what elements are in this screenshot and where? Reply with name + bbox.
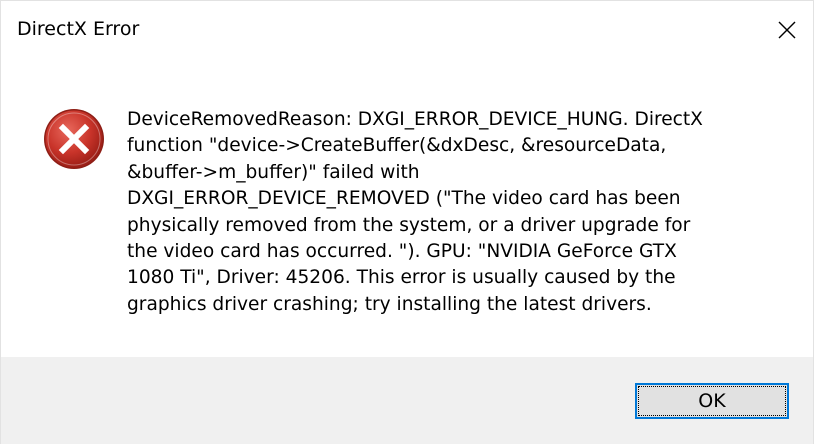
ok-button[interactable]: OK — [635, 383, 789, 419]
title-bar[interactable]: DirectX Error — [1, 1, 813, 59]
ok-button-label: OK — [698, 390, 726, 412]
dialog-footer: OK — [1, 357, 813, 444]
close-button[interactable] — [761, 1, 813, 59]
dialog-window: DirectX Error DeviceRemovedReason: DXGI_… — [0, 0, 814, 444]
error-message: DeviceRemovedReason: DXGI_ERROR_DEVICE_H… — [127, 109, 703, 315]
dialog-content: DeviceRemovedReason: DXGI_ERROR_DEVICE_H… — [1, 59, 813, 357]
window-title: DirectX Error — [17, 18, 140, 40]
error-icon — [43, 108, 105, 170]
close-icon — [778, 21, 796, 39]
